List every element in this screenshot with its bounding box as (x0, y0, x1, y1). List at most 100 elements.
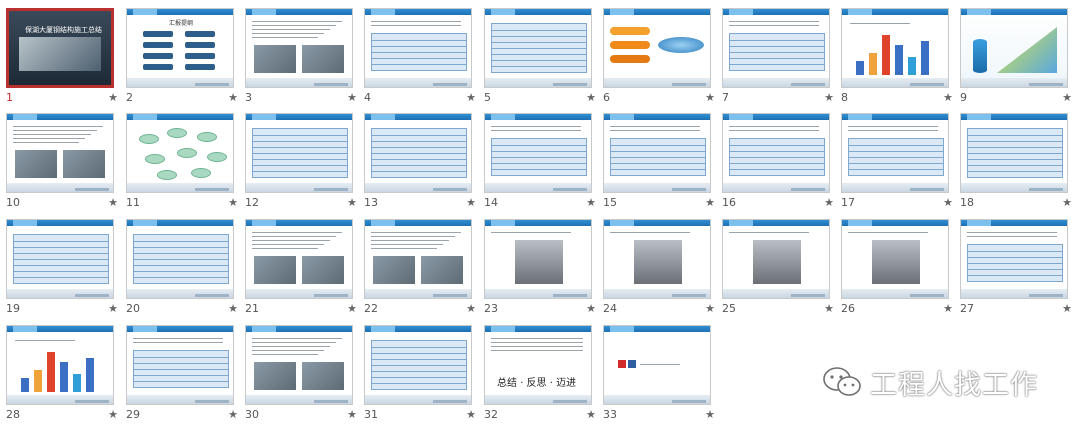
slide-transition-star-icon[interactable]: ★ (705, 302, 715, 315)
slide-thumbnail[interactable] (841, 8, 949, 88)
slide-thumbnail[interactable] (364, 8, 472, 88)
slide-transition-star-icon[interactable]: ★ (1062, 196, 1072, 209)
slide-thumbnail[interactable] (722, 113, 830, 193)
slide-slot[interactable]: 23 ★ (484, 219, 596, 319)
slide-slot[interactable]: 19 ★ (6, 219, 118, 319)
slide-transition-star-icon[interactable]: ★ (586, 408, 596, 421)
slide-thumbnail[interactable] (126, 219, 234, 299)
slide-transition-star-icon[interactable]: ★ (228, 91, 238, 104)
slide-slot[interactable]: 10 ★ (6, 113, 118, 213)
slide-slot[interactable]: 28 ★ (6, 325, 118, 425)
slide-thumbnail[interactable] (960, 8, 1068, 88)
slide-transition-star-icon[interactable]: ★ (586, 302, 596, 315)
slide-slot[interactable]: 5 ★ (484, 8, 596, 108)
slide-transition-star-icon[interactable]: ★ (1062, 91, 1072, 104)
slide-slot[interactable]: 16 ★ (722, 113, 834, 213)
slide-slot[interactable]: 27 ★ (960, 219, 1072, 319)
slide-transition-star-icon[interactable]: ★ (466, 302, 476, 315)
slide-slot[interactable]: 14 ★ (484, 113, 596, 213)
slide-transition-star-icon[interactable]: ★ (347, 302, 357, 315)
slide-thumbnail[interactable] (126, 325, 234, 405)
slide-transition-star-icon[interactable]: ★ (228, 196, 238, 209)
slide-transition-star-icon[interactable]: ★ (108, 408, 118, 421)
slide-transition-star-icon[interactable]: ★ (466, 408, 476, 421)
slide-thumbnail[interactable] (364, 325, 472, 405)
slide-thumbnail[interactable] (603, 113, 711, 193)
slide-slot[interactable]: 20 ★ (126, 219, 238, 319)
slide-transition-star-icon[interactable]: ★ (824, 91, 834, 104)
slide-thumbnail[interactable] (6, 113, 114, 193)
slide-thumbnail[interactable] (841, 113, 949, 193)
table-row-line (14, 271, 108, 272)
slide-slot[interactable]: 30 ★ (245, 325, 357, 425)
slide-transition-star-icon[interactable]: ★ (705, 408, 715, 421)
slide-thumbnail[interactable] (245, 8, 353, 88)
slide-transition-star-icon[interactable]: ★ (228, 408, 238, 421)
slide-transition-star-icon[interactable]: ★ (466, 196, 476, 209)
slide-slot[interactable]: 25 ★ (722, 219, 834, 319)
slide-transition-star-icon[interactable]: ★ (108, 196, 118, 209)
slide-transition-star-icon[interactable]: ★ (824, 302, 834, 315)
slide-slot[interactable]: 15 ★ (603, 113, 715, 213)
slide-thumbnail[interactable] (245, 219, 353, 299)
slide-slot[interactable]: 9 ★ (960, 8, 1072, 108)
slide-transition-star-icon[interactable]: ★ (943, 91, 953, 104)
slide-thumbnail[interactable] (484, 8, 592, 88)
slide-transition-star-icon[interactable]: ★ (705, 196, 715, 209)
slide-thumbnail[interactable] (6, 325, 114, 405)
slide-thumbnail[interactable] (603, 325, 711, 405)
slide-slot[interactable]: 18 ★ (960, 113, 1072, 213)
slide-thumbnail[interactable] (245, 113, 353, 193)
slide-thumbnail[interactable] (841, 219, 949, 299)
slide-thumbnail[interactable] (484, 113, 592, 193)
slide-transition-star-icon[interactable]: ★ (347, 196, 357, 209)
slide-thumbnail[interactable] (6, 219, 114, 299)
slide-slot[interactable]: 8 ★ (841, 8, 953, 108)
slide-thumbnail[interactable] (245, 325, 353, 405)
slide-thumbnail[interactable] (960, 219, 1068, 299)
slide-slot[interactable]: 6 ★ (603, 8, 715, 108)
slide-transition-star-icon[interactable]: ★ (586, 196, 596, 209)
slide-thumbnail[interactable] (364, 219, 472, 299)
slide-slot[interactable]: 12 ★ (245, 113, 357, 213)
slide-slot[interactable]: 26 ★ (841, 219, 953, 319)
slide-slot[interactable]: 31 ★ (364, 325, 476, 425)
slide-transition-star-icon[interactable]: ★ (466, 91, 476, 104)
slide-transition-star-icon[interactable]: ★ (943, 302, 953, 315)
slide-transition-star-icon[interactable]: ★ (586, 91, 596, 104)
slide-transition-star-icon[interactable]: ★ (347, 408, 357, 421)
slide-transition-star-icon[interactable]: ★ (347, 91, 357, 104)
slide-thumbnail[interactable]: 总结 · 反思 · 迈进 (484, 325, 592, 405)
slide-slot[interactable]: 24 ★ (603, 219, 715, 319)
slide-transition-star-icon[interactable]: ★ (705, 91, 715, 104)
slide-slot[interactable]: 11 ★ (126, 113, 238, 213)
slide-thumbnail[interactable]: 保湖大厦钢结构施工总结 (6, 8, 114, 88)
slide-transition-star-icon[interactable]: ★ (1062, 302, 1072, 315)
slide-slot[interactable]: 33 ★ (603, 325, 715, 425)
slide-slot[interactable]: 21 ★ (245, 219, 357, 319)
slide-transition-star-icon[interactable]: ★ (108, 302, 118, 315)
slide-slot[interactable]: 29 ★ (126, 325, 238, 425)
slide-thumbnail[interactable] (126, 113, 234, 193)
slide-thumbnail[interactable] (603, 8, 711, 88)
slide-transition-star-icon[interactable]: ★ (943, 196, 953, 209)
slide-thumbnail[interactable] (364, 113, 472, 193)
slide-thumbnail[interactable] (960, 113, 1068, 193)
slide-transition-star-icon[interactable]: ★ (824, 196, 834, 209)
slide-slot[interactable]: 7 ★ (722, 8, 834, 108)
slide-slot[interactable]: 17 ★ (841, 113, 953, 213)
slide-slot[interactable]: 3 ★ (245, 8, 357, 108)
slide-thumbnail[interactable]: 汇报提纲 (126, 8, 234, 88)
slide-slot[interactable]: 汇报提纲 2 ★ (126, 8, 238, 108)
slide-slot[interactable]: 总结 · 反思 · 迈进 32 ★ (484, 325, 596, 425)
slide-thumbnail[interactable] (722, 8, 830, 88)
slide-slot[interactable]: 4 ★ (364, 8, 476, 108)
slide-thumbnail[interactable] (484, 219, 592, 299)
slide-transition-star-icon[interactable]: ★ (228, 302, 238, 315)
slide-slot[interactable]: 保湖大厦钢结构施工总结 1 ★ (6, 8, 118, 108)
slide-transition-star-icon[interactable]: ★ (108, 91, 118, 104)
slide-slot[interactable]: 22 ★ (364, 219, 476, 319)
slide-slot[interactable]: 13 ★ (364, 113, 476, 213)
slide-thumbnail[interactable] (722, 219, 830, 299)
slide-thumbnail[interactable] (603, 219, 711, 299)
